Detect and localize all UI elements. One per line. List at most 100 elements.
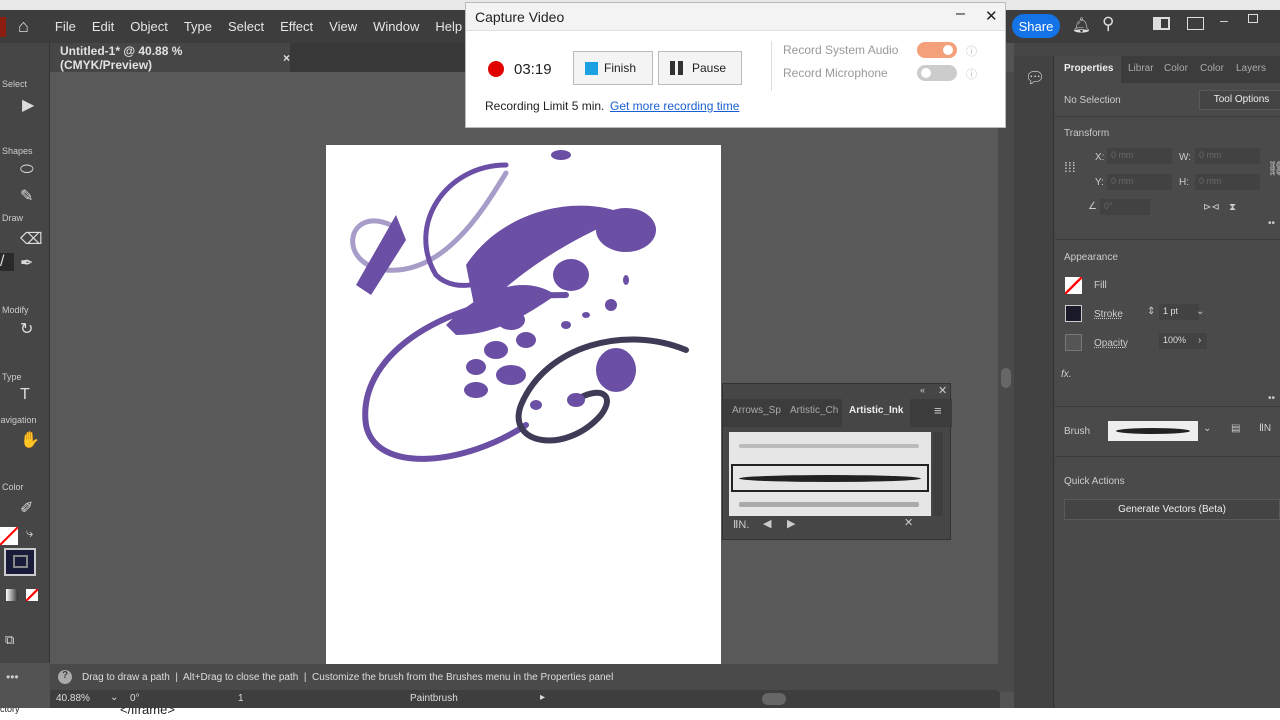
brush-item[interactable] bbox=[739, 502, 919, 507]
type-tool-icon[interactable]: T bbox=[20, 386, 30, 404]
panel-menu-icon[interactable]: ≡ bbox=[934, 403, 942, 418]
pen-tool-icon[interactable]: ✒ bbox=[20, 253, 33, 273]
gradient-icon[interactable] bbox=[6, 589, 18, 601]
maximize-icon[interactable] bbox=[1248, 14, 1258, 23]
flip-horizontal-icon[interactable]: ⊳⊲ bbox=[1203, 202, 1220, 213]
system-audio-toggle[interactable] bbox=[917, 42, 957, 58]
tool-options-button[interactable]: Tool Options bbox=[1199, 90, 1280, 110]
tab-arrows[interactable]: Arrows_Sp bbox=[732, 405, 781, 416]
menu-help[interactable]: Help bbox=[435, 19, 462, 34]
search-icon[interactable]: ⚲ bbox=[1102, 14, 1114, 34]
zoom-select[interactable]: 40.88% bbox=[56, 693, 90, 704]
rotation-select[interactable]: 0° bbox=[130, 693, 140, 704]
stroke-stepper-icon[interactable]: ⇕ bbox=[1147, 306, 1155, 317]
stroke-swatch[interactable] bbox=[1065, 305, 1082, 322]
brush-preview[interactable] bbox=[1108, 421, 1198, 441]
tab-artistic-ink[interactable]: Artistic_Ink bbox=[849, 405, 903, 416]
more-tools-button[interactable]: ••• bbox=[6, 670, 19, 684]
minimize-icon[interactable]: – bbox=[956, 5, 965, 23]
constrain-link-icon[interactable]: ⛓ bbox=[1267, 160, 1280, 177]
menu-file[interactable]: File bbox=[55, 19, 76, 34]
brush-options-icon[interactable]: ▤ bbox=[1231, 423, 1240, 434]
vertical-scrollbar[interactable] bbox=[998, 72, 1014, 692]
previous-library-icon[interactable]: ◀ bbox=[763, 517, 771, 530]
info-icon[interactable]: ⓘ bbox=[966, 66, 977, 82]
menu-edit[interactable]: Edit bbox=[92, 19, 114, 34]
fill-swatch[interactable] bbox=[0, 527, 18, 545]
chevron-down-icon[interactable]: ⌄ bbox=[110, 692, 118, 703]
ellipse-tool-icon[interactable]: ⬭ bbox=[20, 161, 34, 179]
stroke-swatch[interactable] bbox=[4, 548, 36, 576]
stroke-label[interactable]: Stroke bbox=[1094, 309, 1123, 320]
collapse-icon[interactable]: « bbox=[920, 385, 925, 395]
chevron-right-icon[interactable]: › bbox=[1198, 335, 1201, 346]
brush-item[interactable] bbox=[739, 444, 919, 448]
bell-icon[interactable]: 🔔︎ bbox=[1072, 16, 1091, 34]
fill-swatch[interactable] bbox=[1065, 277, 1082, 294]
minimize-icon[interactable]: – bbox=[1220, 12, 1228, 28]
flip-vertical-icon[interactable]: ⧗ bbox=[1229, 202, 1236, 213]
angle-field[interactable]: 0° bbox=[1100, 199, 1150, 215]
menu-object[interactable]: Object bbox=[130, 19, 168, 34]
artboards-icon[interactable]: ⧉ bbox=[5, 632, 14, 648]
brush-libraries-icon[interactable]: ⅡN. bbox=[733, 518, 749, 531]
hand-tool-icon[interactable]: ✋ bbox=[20, 430, 40, 450]
close-tab-icon[interactable]: × bbox=[283, 51, 290, 65]
paintbrush-tool-icon[interactable]: / bbox=[0, 253, 14, 271]
fx-button[interactable]: fx. bbox=[1061, 369, 1072, 380]
comment-icon[interactable]: 💬︎ bbox=[1025, 68, 1045, 88]
eyedropper-icon[interactable]: ✐ bbox=[20, 498, 33, 518]
tab-layers[interactable]: Layers bbox=[1236, 63, 1266, 74]
info-icon[interactable]: ⓘ bbox=[966, 43, 977, 59]
artboard[interactable] bbox=[326, 145, 721, 665]
tab-properties[interactable]: Properties bbox=[1064, 63, 1113, 74]
w-field[interactable]: 0 mm bbox=[1195, 148, 1260, 164]
menu-type[interactable]: Type bbox=[184, 19, 212, 34]
y-field[interactable]: 0 mm bbox=[1107, 174, 1172, 190]
selection-tool-icon[interactable]: ▶ bbox=[22, 95, 34, 115]
close-panel-icon[interactable]: ✕ bbox=[938, 384, 947, 397]
next-library-icon[interactable]: ▶ bbox=[787, 517, 795, 530]
reference-point-icon[interactable]: ⁞⁞⁞ bbox=[1064, 159, 1076, 175]
more-options-icon[interactable]: •• bbox=[1268, 218, 1275, 229]
chevron-down-icon[interactable]: ⌄ bbox=[1196, 306, 1204, 317]
brush-list-scrollbar[interactable] bbox=[933, 432, 943, 516]
close-icon[interactable]: ✕ bbox=[985, 7, 998, 25]
brush-item-selected[interactable] bbox=[731, 464, 929, 492]
home-icon[interactable]: ⌂ bbox=[18, 16, 29, 37]
workspace-icon[interactable] bbox=[1187, 17, 1204, 30]
rotate-tool-icon[interactable]: ↻ bbox=[20, 319, 33, 339]
shaper-tool-icon[interactable]: ✎ bbox=[20, 186, 33, 206]
document-tab[interactable]: Untitled-1* @ 40.88 % (CMYK/Preview) × bbox=[50, 43, 290, 72]
help-icon[interactable]: ? bbox=[58, 670, 72, 684]
artboard-select[interactable]: 1 bbox=[238, 693, 244, 704]
pause-button[interactable]: Pause bbox=[658, 51, 742, 85]
share-button[interactable]: Share bbox=[1012, 14, 1060, 38]
microphone-toggle[interactable] bbox=[917, 65, 957, 81]
remove-brush-icon[interactable]: ✕ bbox=[904, 516, 913, 529]
menu-effect[interactable]: Effect bbox=[280, 19, 313, 34]
arrange-icon[interactable] bbox=[1153, 17, 1170, 30]
generate-vectors-button[interactable]: Generate Vectors (Beta) bbox=[1064, 499, 1280, 520]
menu-view[interactable]: View bbox=[329, 19, 357, 34]
chevron-down-icon[interactable]: ⌄ bbox=[1203, 423, 1211, 434]
menu-window[interactable]: Window bbox=[373, 19, 419, 34]
brush-libraries-icon[interactable]: ⅡN bbox=[1259, 423, 1271, 434]
tab-libraries[interactable]: Librar bbox=[1128, 63, 1154, 74]
tab-artistic-chalk[interactable]: Artistic_Ch bbox=[790, 405, 838, 416]
finish-button[interactable]: Finish bbox=[573, 51, 653, 85]
more-options-icon[interactable]: •• bbox=[1268, 393, 1275, 404]
h-field[interactable]: 0 mm bbox=[1195, 174, 1260, 190]
play-icon[interactable]: ▸ bbox=[540, 692, 545, 703]
horizontal-scrollbar[interactable] bbox=[762, 693, 786, 705]
none-icon[interactable] bbox=[26, 589, 38, 601]
brush-list[interactable] bbox=[729, 432, 931, 516]
menu-select[interactable]: Select bbox=[228, 19, 264, 34]
tab-color[interactable]: Color bbox=[1164, 63, 1188, 74]
x-field[interactable]: 0 mm bbox=[1107, 148, 1172, 164]
opacity-label[interactable]: Opacity bbox=[1094, 338, 1128, 349]
tab-color-guide[interactable]: Color bbox=[1200, 63, 1224, 74]
more-recording-time-link[interactable]: Get more recording time bbox=[610, 99, 739, 113]
swap-colors-icon[interactable]: ⤷ bbox=[26, 525, 33, 541]
eraser-tool-icon[interactable]: ⌫ bbox=[20, 229, 43, 249]
